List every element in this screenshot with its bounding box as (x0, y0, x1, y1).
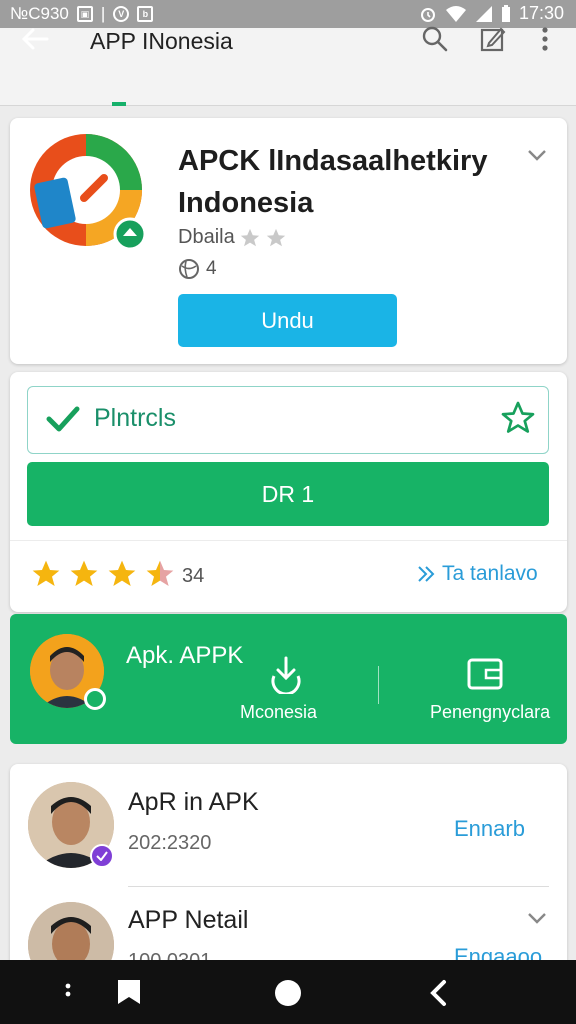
list-item-title[interactable]: APP Netail (128, 906, 248, 935)
status-right: 17:30 (419, 3, 564, 24)
status-left: №C930 ▣ | V b (10, 4, 154, 24)
expand-button[interactable] (524, 142, 550, 168)
list-item-title[interactable]: ApR in APK (128, 788, 259, 817)
search-icon (422, 26, 448, 52)
download-label[interactable]: Mconesia (240, 702, 317, 723)
divider (378, 666, 379, 704)
favorite-button[interactable] (500, 400, 536, 436)
rating-star-icon (146, 560, 174, 586)
rating-count: 34 (182, 565, 205, 587)
divider (128, 886, 549, 887)
back-button[interactable] (18, 22, 52, 56)
chevron-down-icon (528, 913, 546, 924)
wallet-icon[interactable] (466, 656, 504, 692)
menu-button[interactable] (58, 980, 78, 1004)
overflow-menu-button[interactable] (530, 22, 560, 56)
primary-download-button[interactable]: DR 1 (27, 462, 549, 526)
download-icon[interactable] (266, 654, 306, 696)
star-icon (266, 228, 285, 246)
dots-icon (65, 983, 71, 997)
signal-icon (475, 5, 492, 22)
status-text: №C930 (10, 4, 69, 23)
system-nav-bar (0, 960, 576, 1024)
stat-value: 4 (206, 258, 217, 279)
promo-title: Apk. APPK (126, 642, 244, 669)
chevron-down-icon (528, 150, 546, 161)
divider (10, 540, 567, 541)
chevron-left-icon (430, 980, 446, 1006)
gallery-icon: ▣ (76, 6, 93, 22)
more-vert-icon (542, 27, 548, 51)
badge-icon (90, 844, 114, 868)
edit-button[interactable] (476, 22, 510, 56)
recents-button[interactable] (116, 978, 142, 1006)
search-button[interactable] (418, 22, 452, 56)
wallet-label[interactable]: Penengnyclara (430, 702, 550, 723)
star-icon (240, 228, 259, 246)
page-title: APP INonesia (90, 28, 233, 54)
rating-link-label: Ta tanlavo (442, 562, 538, 585)
wishlist-label: Plntrcls (94, 404, 176, 432)
list-item-action[interactable]: Ennarb (454, 816, 525, 842)
rating-link[interactable]: Ta tanlavo (416, 562, 538, 586)
edit-icon (480, 27, 506, 52)
rating-star-icon (108, 560, 136, 586)
rating-label: Dbaila (178, 226, 235, 248)
alarm-icon (420, 7, 435, 22)
rating-stars (30, 558, 176, 590)
app-icon (28, 132, 147, 251)
star-outline-icon (501, 401, 535, 433)
rating-star-icon (70, 560, 98, 586)
vpn-icon: V (113, 6, 130, 22)
separator: | (100, 4, 106, 23)
home-button[interactable] (273, 978, 303, 1008)
back-nav-button[interactable] (426, 978, 452, 1008)
install-button[interactable]: Undu (178, 294, 397, 347)
app-stat-row: 4 (178, 258, 217, 280)
bookmark-icon (118, 980, 140, 1004)
battery-icon (501, 4, 510, 22)
wifi-icon (445, 5, 466, 22)
globe-icon (179, 259, 199, 279)
tab-indicator (112, 102, 126, 106)
notification-icon: b (137, 6, 154, 22)
status-time: 17:30 (518, 3, 564, 23)
app-title: APCK lIndasaalhetkiry Indonesia (178, 145, 488, 219)
double-chevron-right-icon (418, 566, 435, 582)
arrow-left-icon (21, 28, 49, 50)
app-rating-row: Dbaila (178, 226, 287, 249)
online-status-icon (84, 688, 106, 710)
check-icon (46, 404, 80, 434)
home-circle-icon (275, 980, 301, 1006)
list-item-subtitle: 202:2320 (128, 832, 212, 854)
rating-star-icon (32, 560, 60, 586)
expand-button[interactable] (524, 905, 550, 931)
